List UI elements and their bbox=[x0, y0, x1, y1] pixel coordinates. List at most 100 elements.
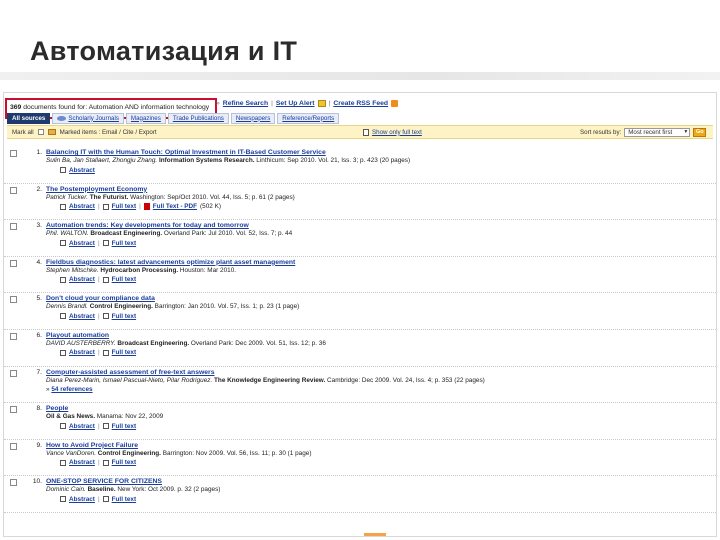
go-button[interactable]: Go bbox=[693, 127, 707, 137]
result-row: 6. Playout automation DAVID AUSTERBERRY. B… bbox=[4, 330, 716, 367]
result-details: Cambridge: Dec 2009. Vol. 24, Iss. 4; p.… bbox=[325, 376, 485, 384]
result-title-link[interactable]: People bbox=[46, 404, 706, 413]
create-rss-feed-link[interactable]: Create RSS Feed bbox=[333, 100, 388, 107]
tab-label: Scholarly Journals bbox=[68, 114, 119, 122]
full-text-icon bbox=[102, 240, 109, 247]
full-text-icon bbox=[363, 128, 369, 136]
result-title-link[interactable]: Computer-assisted assessment of free-tex… bbox=[46, 368, 706, 377]
search-actions: » Refine Search | Set Up Alert | Create … bbox=[216, 100, 399, 107]
result-checkbox[interactable] bbox=[10, 332, 17, 340]
result-title-link[interactable]: How to Avoid Project Failure bbox=[46, 441, 706, 450]
result-checkbox[interactable] bbox=[10, 369, 17, 377]
result-row: 2. The Postemployment Economy Patrick Tuck… bbox=[4, 184, 716, 221]
result-checkbox[interactable] bbox=[10, 442, 17, 450]
sort-select[interactable]: Most recent first ▼ bbox=[624, 127, 691, 137]
result-checkbox[interactable] bbox=[10, 406, 17, 414]
full-text-icon bbox=[102, 276, 109, 283]
result-number: 10. bbox=[32, 478, 42, 486]
result-row: 9. How to Avoid Project Failure Vance VanD… bbox=[4, 440, 716, 477]
show-only-full-text-link[interactable]: Show only full text bbox=[372, 129, 422, 136]
full-text-link[interactable]: Full text bbox=[112, 239, 137, 248]
tab-scholarly-journals[interactable]: Scholarly Journals bbox=[52, 113, 124, 124]
result-body: Automation trends: Key developments for … bbox=[46, 221, 706, 248]
abstract-icon bbox=[60, 496, 66, 503]
result-checkbox[interactable] bbox=[10, 186, 17, 194]
full-text-link[interactable]: Full text bbox=[112, 348, 137, 357]
abstract-link[interactable]: Abstract bbox=[69, 422, 95, 431]
results-query: documents found for: Automation AND info… bbox=[21, 103, 210, 111]
full-text-link[interactable]: Full text bbox=[112, 275, 137, 284]
result-title-link[interactable]: Balancing IT with the Human Touch: Optim… bbox=[46, 148, 706, 157]
result-title-link[interactable]: The Postemployment Economy bbox=[46, 185, 706, 194]
abstract-icon bbox=[60, 240, 66, 247]
result-links: Abstract | Full text | Full Text - PDF (502 K… bbox=[60, 202, 706, 211]
result-checkbox[interactable] bbox=[10, 259, 17, 267]
abstract-link[interactable]: Abstract bbox=[69, 348, 95, 357]
result-checkbox[interactable] bbox=[10, 479, 17, 487]
scholarly-icon bbox=[57, 116, 67, 121]
abstract-icon bbox=[60, 423, 66, 430]
refine-search-link[interactable]: Refine Search bbox=[223, 100, 268, 107]
folder-icon bbox=[47, 129, 56, 135]
result-authors: Phil. WALTON. bbox=[46, 230, 89, 238]
result-citation: Diana Perez-Marin, Ismael Pascual-Nieto,… bbox=[46, 377, 706, 386]
full-text-icon bbox=[102, 496, 109, 503]
abstract-link[interactable]: Abstract bbox=[69, 202, 95, 211]
abstract-icon bbox=[60, 349, 66, 356]
result-links: Abstract | Full text bbox=[60, 495, 706, 504]
result-number: 9. bbox=[36, 441, 43, 449]
abstract-link[interactable]: Abstract bbox=[69, 166, 95, 175]
mark-all-checkbox[interactable] bbox=[37, 129, 44, 135]
result-citation: Sulin Ba, Jan Stallaert, Zhongju Zhang. … bbox=[46, 157, 706, 166]
result-authors: DAVID AUSTERBERRY. bbox=[46, 339, 116, 347]
tab-trade-publications[interactable]: Trade Publications bbox=[167, 113, 229, 124]
result-checkbox[interactable] bbox=[10, 296, 17, 304]
result-title-link[interactable]: Don't cloud your compliance data bbox=[46, 294, 706, 303]
results-list: 1. Balancing IT with the Human Touch: Opt… bbox=[4, 147, 716, 513]
full-text-link[interactable]: Full text bbox=[112, 312, 137, 321]
result-title-link[interactable]: ONE-STOP SERVICE FOR CITIZENS bbox=[46, 477, 706, 486]
tab-all-sources[interactable]: All sources bbox=[7, 113, 51, 124]
abstract-icon bbox=[60, 276, 66, 283]
abstract-icon bbox=[60, 313, 66, 320]
abstract-link[interactable]: Abstract bbox=[69, 312, 95, 321]
set-up-alert-link[interactable]: Set Up Alert bbox=[276, 100, 315, 107]
pdf-size: (502 K) bbox=[200, 203, 222, 211]
abstract-icon bbox=[60, 203, 66, 210]
result-checkbox[interactable] bbox=[10, 150, 17, 157]
results-count-line: 369 documents found for: Automation AND … bbox=[5, 98, 217, 119]
tab-magazines[interactable]: Magazines bbox=[125, 113, 166, 124]
references-link[interactable]: 54 references bbox=[51, 386, 92, 393]
result-checkbox[interactable] bbox=[10, 223, 17, 231]
abstract-link[interactable]: Abstract bbox=[69, 239, 95, 248]
result-citation: Vance VanDoren. Control Engineering. Bar… bbox=[46, 450, 706, 459]
abstract-link[interactable]: Abstract bbox=[69, 275, 95, 284]
result-title-link[interactable]: Automation trends: Key developments for … bbox=[46, 221, 706, 230]
result-number: 8. bbox=[36, 405, 43, 413]
result-citation: Phil. WALTON. Broadcast Engineering. Ove… bbox=[46, 230, 706, 239]
result-title-link[interactable]: Fieldbus diagnostics: latest advancement… bbox=[46, 258, 706, 267]
tab-newspapers[interactable]: Newspapers bbox=[230, 113, 276, 124]
result-title-link[interactable]: Playout automation bbox=[46, 331, 706, 340]
full-text-link[interactable]: Full text bbox=[112, 458, 137, 467]
marked-items-link[interactable]: Marked items : Email / Cite / Export bbox=[60, 129, 157, 136]
mark-all-label: Mark all bbox=[12, 128, 34, 136]
result-citation: Dennis Brandl. Control Engineering. Barr… bbox=[46, 303, 706, 312]
result-links: Abstract | Full text bbox=[60, 458, 706, 467]
abstract-link[interactable]: Abstract bbox=[69, 458, 95, 467]
tab-reference-reports[interactable]: Reference/Reports bbox=[277, 113, 340, 124]
full-text-link[interactable]: Full text bbox=[112, 422, 137, 431]
full-text-pdf-link[interactable]: Full Text - PDF bbox=[153, 202, 197, 211]
result-body: Fieldbus diagnostics: latest advancement… bbox=[46, 258, 706, 285]
result-row: 4. Fieldbus diagnostics: latest advanceme… bbox=[4, 257, 716, 294]
result-number: 1. bbox=[36, 149, 43, 156]
full-text-link[interactable]: Full text bbox=[112, 495, 137, 504]
result-source: The Knowledge Engineering Review. bbox=[214, 376, 326, 384]
result-authors: Diana Perez-Marin, Ismael Pascual-Nieto,… bbox=[46, 376, 213, 384]
result-number: 7. bbox=[36, 368, 43, 376]
abstract-link[interactable]: Abstract bbox=[69, 495, 95, 504]
abstract-icon bbox=[60, 459, 66, 466]
slide-title: Автоматизация и IT bbox=[30, 36, 298, 66]
full-text-link[interactable]: Full text bbox=[112, 202, 137, 211]
result-details: Houston: Mar 2010. bbox=[178, 266, 237, 274]
